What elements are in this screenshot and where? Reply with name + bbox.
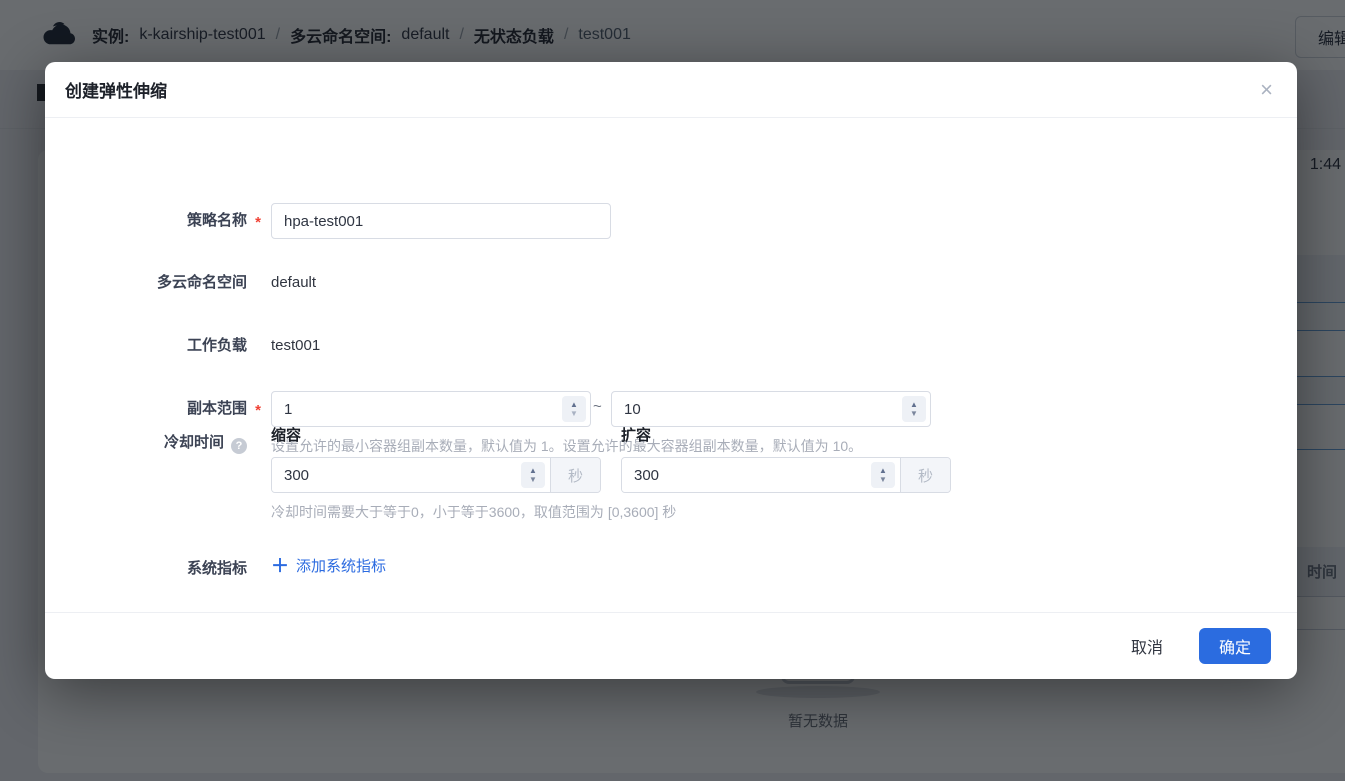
close-icon[interactable]: ×: [1260, 79, 1273, 101]
scale-out-spinner[interactable]: ▲ ▼: [871, 462, 895, 488]
create-hpa-modal: 创建弹性伸缩 × 策略名称 * 多云命名空间 default 工作负载 test…: [45, 62, 1297, 679]
help-icon[interactable]: ?: [231, 438, 247, 454]
scale-in-sublabel: 缩容: [271, 426, 301, 446]
modal-body: 策略名称 * 多云命名空间 default 工作负载 test001 副本范围 …: [45, 118, 1297, 612]
seconds-unit-addon: 秒: [550, 458, 600, 492]
scale-in-cooldown-input[interactable]: [272, 458, 550, 492]
spinner-down-icon[interactable]: ▼: [529, 475, 537, 484]
spinner-up-icon[interactable]: ▲: [570, 400, 578, 409]
modal-footer: 取消 确定: [45, 612, 1297, 679]
workload-label: 工作负载: [45, 335, 247, 357]
scale-out-cooldown-field: ▲ ▼ 秒: [621, 457, 951, 493]
replica-range-label: 副本范围 *: [45, 398, 247, 420]
cooldown-label: 冷却时间?: [45, 432, 247, 454]
seconds-unit-addon: 秒: [900, 458, 950, 492]
add-system-metric-label: 添加系统指标: [296, 555, 386, 576]
add-system-metric-button[interactable]: ＋ 添加系统指标: [271, 555, 386, 576]
scale-in-cooldown-field: ▲ ▼ 秒: [271, 457, 601, 493]
spinner-up-icon[interactable]: ▲: [879, 466, 887, 475]
replica-min-spinner[interactable]: ▲ ▼: [562, 396, 586, 422]
spinner-down-icon[interactable]: ▼: [910, 409, 918, 418]
replica-min-input[interactable]: [271, 391, 591, 427]
cooldown-help: 冷却时间需要大于等于0，小于等于3600，取值范围为 [0,3600] 秒: [271, 504, 676, 520]
range-separator: ~: [593, 398, 602, 415]
namespace-value: default: [271, 272, 316, 294]
plus-icon: ＋: [271, 557, 289, 575]
replica-range-help: 设置允许的最小容器组副本数量，默认值为 1。设置允许的最大容器组副本数量，默认值…: [271, 438, 862, 454]
modal-title: 创建弹性伸缩: [65, 77, 167, 102]
namespace-label: 多云命名空间: [45, 272, 247, 294]
spinner-up-icon[interactable]: ▲: [529, 466, 537, 475]
system-metrics-label: 系统指标: [45, 558, 247, 580]
modal-header: 创建弹性伸缩 ×: [45, 62, 1297, 118]
spinner-up-icon[interactable]: ▲: [910, 400, 918, 409]
cancel-button[interactable]: 取消: [1131, 634, 1163, 658]
required-mark: *: [255, 400, 261, 422]
replica-max-field: ▲ ▼: [611, 391, 931, 427]
replica-max-spinner[interactable]: ▲ ▼: [902, 396, 926, 422]
scale-out-cooldown-input[interactable]: [622, 458, 900, 492]
policy-name-label: 策略名称 *: [45, 210, 247, 232]
workload-value: test001: [271, 335, 320, 357]
replica-min-field: ▲ ▼: [271, 391, 591, 427]
confirm-button[interactable]: 确定: [1199, 628, 1271, 664]
required-mark: *: [255, 212, 261, 234]
spinner-down-icon[interactable]: ▼: [570, 409, 578, 418]
scale-out-sublabel: 扩容: [621, 426, 651, 446]
policy-name-input[interactable]: [271, 203, 611, 239]
spinner-down-icon[interactable]: ▼: [879, 475, 887, 484]
scale-in-spinner[interactable]: ▲ ▼: [521, 462, 545, 488]
replica-max-input[interactable]: [611, 391, 931, 427]
